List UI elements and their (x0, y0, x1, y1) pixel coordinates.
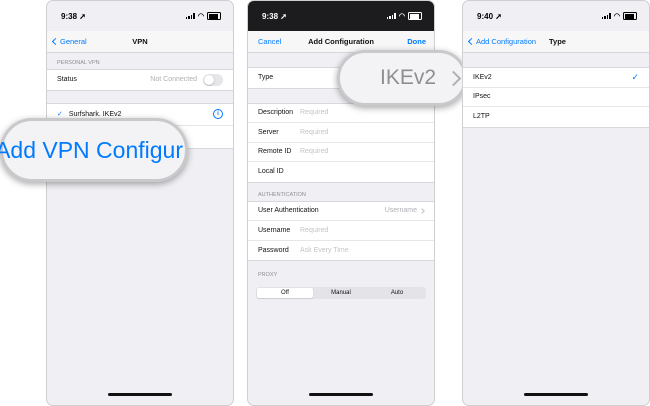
home-indicator (524, 393, 588, 396)
location-arrow-icon: ➚ (280, 11, 287, 21)
chevron-left-icon (51, 37, 60, 46)
signal-icon (386, 13, 396, 19)
page-title: Type (549, 37, 566, 46)
proxy-option-manual[interactable]: Manual (313, 288, 369, 298)
page-title: Add Configuration (308, 37, 374, 46)
status-value: Not Connected (150, 76, 197, 84)
checkmark-icon: ✓ (57, 111, 63, 118)
server-placeholder: Required (300, 128, 329, 136)
battery-icon (408, 12, 422, 20)
remote-id-field[interactable]: Remote ID Required (248, 143, 434, 162)
chevron-left-icon (467, 37, 476, 46)
user-authentication-label: User Authentication (258, 207, 319, 215)
proxy-option-auto[interactable]: Auto (369, 288, 425, 298)
proxy-segmented-control: Off Manual Auto (256, 287, 426, 299)
password-label: Password (258, 246, 289, 254)
user-authentication-row[interactable]: User Authentication Username (248, 202, 434, 221)
add-vpn-configuration-button[interactable]: Add VPN Configur (0, 137, 185, 164)
type-option-label: IKEv2 (473, 73, 492, 81)
status-label: Status (57, 76, 77, 84)
user-authentication-value: Username (384, 207, 417, 215)
chevron-right-icon (419, 207, 425, 214)
status-bar: 9:40 ➚ ◠ (463, 1, 649, 31)
username-placeholder: Required (300, 226, 329, 234)
wifi-icon: ◠ (197, 12, 204, 20)
username-label: Username (258, 226, 291, 234)
status-bar: 9:38 ➚ ◠ (47, 1, 233, 31)
home-indicator (108, 393, 172, 396)
type-option-ipsec[interactable]: IPsec (463, 88, 649, 107)
section-header-personal-vpn: PERSONAL VPN (57, 60, 100, 66)
cancel-button[interactable]: Cancel (258, 37, 281, 46)
type-options-list: IKEv2 ✓ IPsec L2TP (463, 67, 649, 128)
password-placeholder: Ask Every Time (300, 246, 349, 254)
type-label: Type (258, 74, 274, 82)
back-button[interactable]: General (51, 37, 87, 46)
remote-id-label: Remote ID (258, 148, 292, 156)
vpn-type-screen: 9:40 ➚ ◠ Add Configuration Type IKEv2 ✓ … (462, 0, 650, 406)
status-time: 9:38 (61, 11, 78, 21)
status-time: 9:38 (262, 11, 279, 21)
signal-icon (185, 13, 195, 19)
wifi-icon: ◠ (398, 12, 405, 20)
chevron-right-icon (445, 70, 462, 86)
magnifier-type-value: IKEv2 (337, 50, 467, 106)
vpn-config-name: Surfshark. IKEv2 (68, 110, 122, 118)
navigation-bar: Add Configuration Type (463, 31, 649, 53)
vpn-toggle[interactable] (203, 73, 223, 86)
description-field[interactable]: Description Required (248, 104, 434, 123)
signal-icon (601, 13, 611, 19)
description-label: Description (258, 109, 294, 117)
done-button[interactable]: Done (407, 37, 426, 46)
location-arrow-icon: ➚ (495, 11, 502, 21)
server-fields-group: Description Required Server Required Remot… (248, 102, 434, 183)
page-title: VPN (132, 37, 148, 46)
back-button[interactable]: Add Configuration (467, 37, 537, 46)
battery-icon (623, 12, 637, 20)
vpn-settings-screen: 9:38 ➚ ◠ General VPN PERSONAL VPN Status… (46, 0, 234, 406)
status-row: Status Not Connected (47, 70, 233, 90)
proxy-option-off[interactable]: Off (257, 288, 313, 298)
type-value-zoomed[interactable]: IKEv2 (380, 66, 436, 90)
local-id-label: Local ID (258, 168, 284, 176)
back-button-label: General (60, 37, 87, 46)
type-option-label: L2TP (473, 113, 490, 121)
local-id-field[interactable]: Local ID (248, 162, 434, 182)
section-header-authentication: AUTHENTICATION (258, 191, 306, 198)
battery-icon (207, 12, 221, 20)
password-field[interactable]: Password Ask Every Time (248, 241, 434, 261)
status-time: 9:40 (477, 11, 494, 21)
section-header-proxy: PROXY (258, 272, 278, 278)
back-button-label: Add Configuration (476, 37, 537, 46)
description-placeholder: Required (300, 109, 329, 117)
authentication-group: User Authentication Username Username Req… (248, 200, 434, 261)
location-arrow-icon: ➚ (79, 11, 86, 21)
navigation-bar: General VPN (47, 31, 233, 53)
remote-id-placeholder: Required (300, 148, 329, 156)
info-icon[interactable]: i (213, 109, 223, 119)
status-bar: 9:38 ➚ ◠ (248, 1, 434, 31)
status-group: Status Not Connected (47, 69, 233, 91)
type-option-label: IPsec (473, 93, 491, 101)
type-option-l2tp[interactable]: L2TP (463, 107, 649, 127)
wifi-icon: ◠ (613, 12, 620, 20)
type-option-ikev2[interactable]: IKEv2 ✓ (463, 68, 649, 88)
home-indicator (309, 393, 373, 396)
checkmark-icon: ✓ (631, 71, 639, 82)
username-field[interactable]: Username Required (248, 221, 434, 241)
server-field[interactable]: Server Required (248, 123, 434, 143)
server-label: Server (258, 128, 279, 136)
magnifier-add-vpn-configuration: Add VPN Configur (0, 118, 188, 182)
